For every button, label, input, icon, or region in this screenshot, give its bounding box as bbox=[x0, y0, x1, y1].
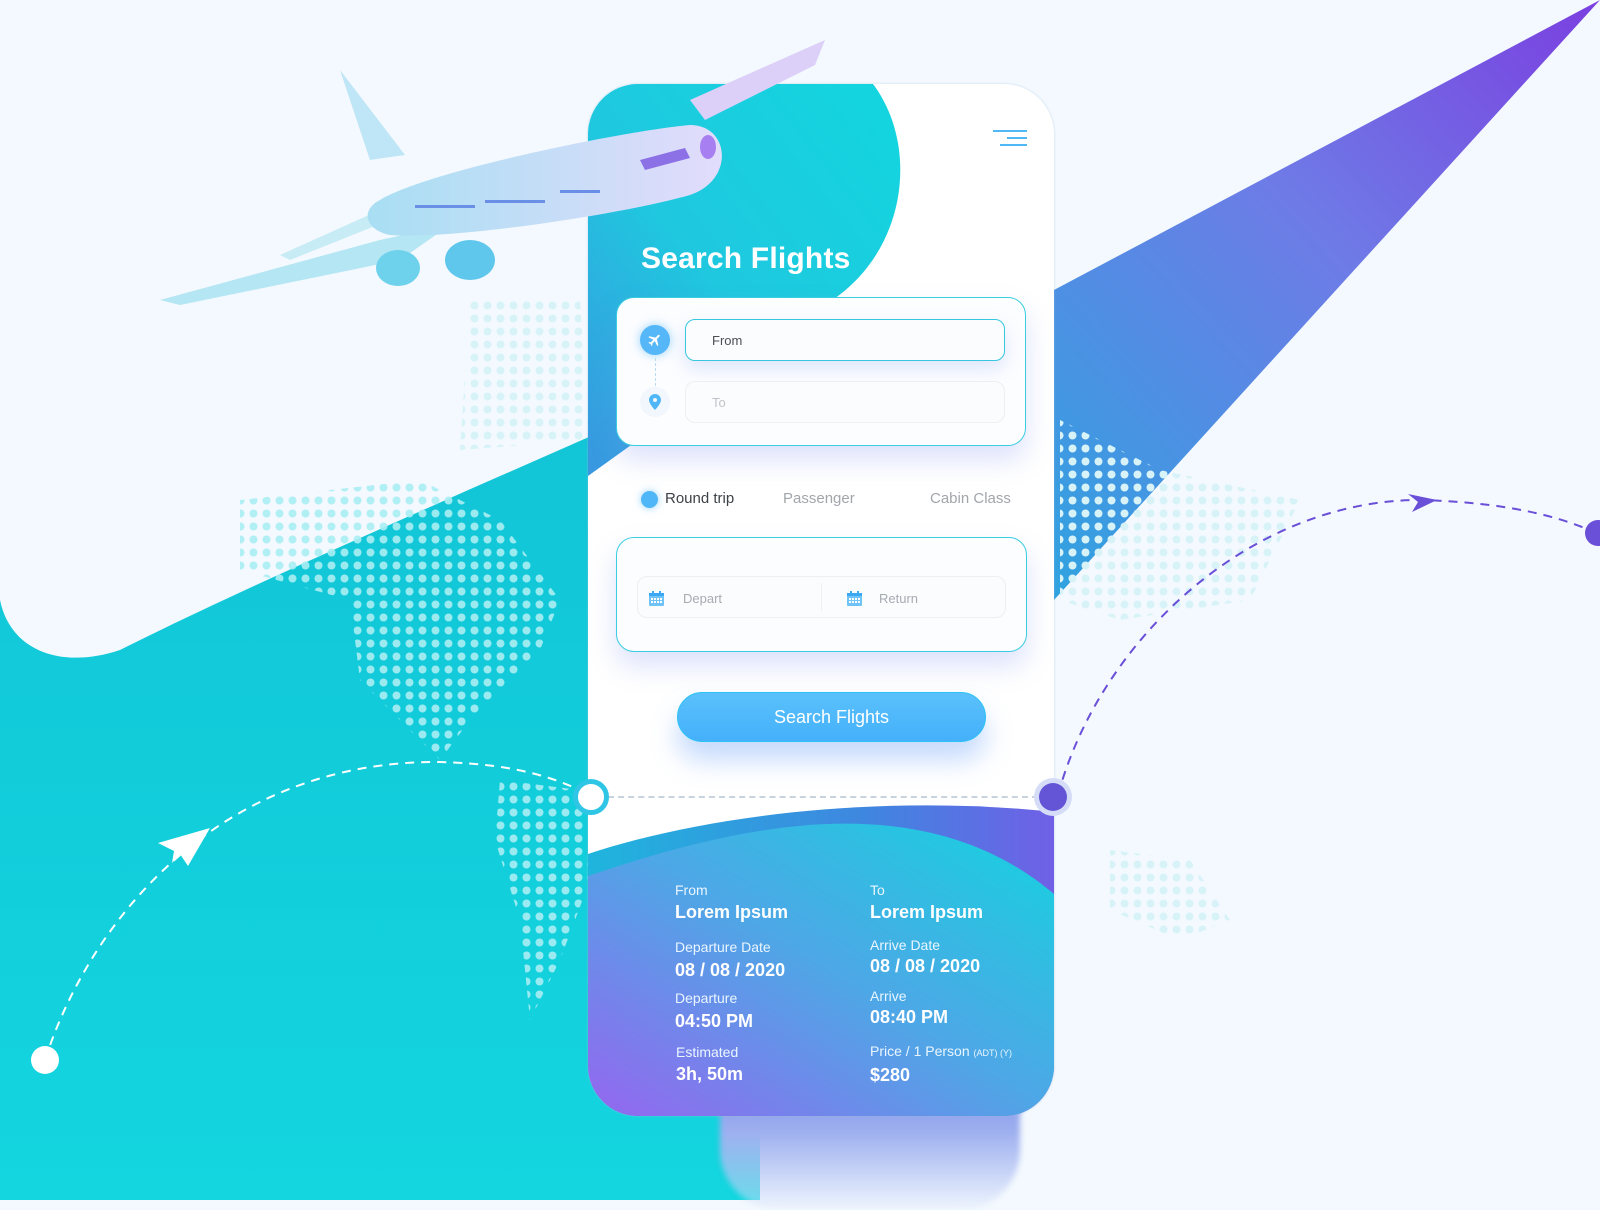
airplane-illustration bbox=[160, 40, 825, 305]
timeline-end-node bbox=[1034, 778, 1072, 816]
round-trip-option[interactable]: Round trip bbox=[665, 490, 734, 507]
departure-date-label: Departure Date bbox=[675, 939, 771, 955]
return-placeholder: Return bbox=[879, 590, 919, 606]
from-placeholder: From bbox=[712, 332, 743, 348]
from-input[interactable]: From bbox=[685, 319, 1005, 361]
airplane-icon bbox=[640, 325, 670, 355]
arrow-plane-icon bbox=[1408, 494, 1437, 512]
hamburger-menu-icon[interactable] bbox=[993, 130, 1027, 148]
cabin-class-option[interactable]: Cabin Class bbox=[930, 490, 1011, 507]
depart-placeholder: Depart bbox=[683, 590, 723, 606]
summary-to-label: To bbox=[870, 882, 885, 898]
summary-from-value: Lorem Ipsum bbox=[675, 902, 789, 922]
summary-from-label: From bbox=[675, 882, 708, 898]
arrive-label: Arrive bbox=[870, 988, 907, 1004]
location-pin-icon bbox=[640, 387, 670, 417]
to-input[interactable]: To bbox=[685, 381, 1005, 423]
calendar-icon bbox=[847, 590, 862, 606]
arrive-date-label: Arrive Date bbox=[870, 937, 941, 953]
departure-date-value: 08 / 08 / 2020 bbox=[675, 960, 786, 980]
departure-label: Departure bbox=[675, 990, 738, 1006]
origin-dot bbox=[31, 1046, 59, 1074]
passenger-option[interactable]: Passenger bbox=[783, 490, 855, 507]
estimated-value: 3h, 50m bbox=[676, 1064, 744, 1084]
price-label: Price / 1 Person (ADT) (Y) bbox=[870, 1043, 1012, 1059]
route-connector bbox=[655, 358, 656, 386]
calendar-icon bbox=[649, 590, 664, 606]
summary-panel-bg bbox=[588, 805, 1054, 1116]
arrive-value: 08:40 PM bbox=[870, 1007, 949, 1027]
arrive-date-value: 08 / 08 / 2020 bbox=[870, 956, 981, 976]
timeline-start-node bbox=[573, 779, 609, 815]
destination-dot bbox=[1585, 520, 1600, 546]
timeline-dashed-line bbox=[608, 796, 1038, 798]
estimated-label: Estimated bbox=[676, 1044, 739, 1060]
price-qualifier: (ADT) (Y) bbox=[973, 1048, 1013, 1058]
return-field[interactable]: Return bbox=[846, 587, 996, 609]
depart-field[interactable]: Depart bbox=[648, 587, 808, 609]
date-divider bbox=[821, 583, 822, 611]
round-trip-radio[interactable] bbox=[641, 491, 658, 508]
to-placeholder: To bbox=[712, 394, 726, 410]
page-title: Search Flights bbox=[641, 242, 851, 275]
price-value: $280 bbox=[870, 1065, 911, 1085]
dot-map-australia bbox=[1110, 850, 1230, 940]
search-flights-button[interactable]: Search Flights bbox=[677, 692, 986, 742]
summary-to-value: Lorem Ipsum bbox=[870, 902, 984, 922]
departure-value: 04:50 PM bbox=[675, 1011, 754, 1031]
price-label-text: Price / 1 Person bbox=[870, 1043, 970, 1059]
